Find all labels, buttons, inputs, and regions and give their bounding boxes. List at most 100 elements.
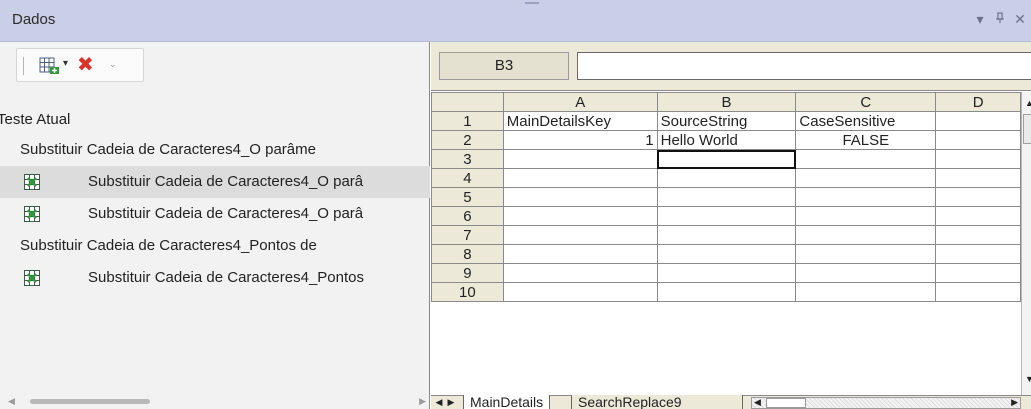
cell-d1[interactable]: [935, 111, 1021, 131]
table-row: 8: [431, 244, 1021, 264]
scroll-left-icon[interactable]: ◀: [754, 397, 761, 408]
row-header[interactable]: 5: [431, 187, 504, 207]
cell[interactable]: [795, 282, 937, 302]
sheet-horizontal-scrollbar[interactable]: ◀ ▶: [751, 397, 1021, 409]
add-table-icon[interactable]: [39, 57, 61, 75]
sheet-vertical-scrollbar[interactable]: ▲ ▼: [1021, 92, 1031, 397]
cell-d3[interactable]: [935, 149, 1021, 169]
cell-b2[interactable]: Hello World: [656, 130, 797, 150]
column-header-c[interactable]: C: [795, 92, 937, 112]
row-header[interactable]: 8: [431, 244, 504, 264]
row-header[interactable]: 10: [431, 282, 504, 302]
tree-item[interactable]: Substituir Cadeia de Caracteres4_O parâ: [0, 198, 430, 230]
panel-controls: ▾ ✕: [973, 11, 1027, 28]
sheet-tab-searchreplace[interactable]: SearchReplace9: [571, 395, 743, 409]
scrollbar-thumb[interactable]: [766, 398, 806, 408]
column-header-a[interactable]: A: [502, 92, 658, 112]
tree-item[interactable]: Substituir Cadeia de Caracteres4_O parâ: [0, 166, 430, 198]
row-header[interactable]: 2: [431, 130, 504, 150]
table-row: 9: [431, 263, 1021, 283]
cell[interactable]: [935, 168, 1021, 188]
row-header[interactable]: 3: [431, 149, 504, 169]
first-sheet-icon[interactable]: ◀: [433, 396, 445, 409]
scrollbar-thumb[interactable]: [1023, 114, 1031, 144]
delete-x-icon[interactable]: ✖: [77, 54, 94, 76]
cell-c1[interactable]: CaseSensitive: [795, 111, 937, 131]
tree-item-label: Substituir Cadeia de Caracteres4_O parâ: [88, 173, 364, 190]
cell[interactable]: [656, 206, 797, 226]
add-dropdown-icon[interactable]: ▾: [63, 58, 68, 69]
table-row: 4: [431, 168, 1021, 188]
scrollbar-track[interactable]: [30, 399, 390, 404]
scroll-left-icon[interactable]: ◀: [8, 396, 15, 407]
cell[interactable]: [935, 187, 1021, 207]
pin-icon[interactable]: [993, 11, 1007, 28]
cell-a3[interactable]: [502, 149, 658, 169]
tree-item[interactable]: Substituir Cadeia de Caracteres4_Pontos: [0, 262, 430, 294]
scroll-right-icon[interactable]: ▶: [419, 396, 426, 407]
cell[interactable]: [656, 244, 797, 264]
cell-a2[interactable]: 1: [502, 130, 658, 150]
row-header[interactable]: 4: [431, 168, 504, 188]
cell[interactable]: [656, 225, 797, 245]
tree-horizontal-scrollbar[interactable]: ◀ ▶: [8, 396, 426, 406]
name-box[interactable]: B3: [439, 52, 569, 80]
last-sheet-icon[interactable]: ▶: [445, 396, 457, 409]
cell[interactable]: [795, 225, 937, 245]
column-header-row: A B C D: [431, 92, 1021, 112]
cell[interactable]: [502, 263, 658, 283]
cell-b1[interactable]: SourceString: [656, 111, 797, 131]
cell[interactable]: [935, 282, 1021, 302]
table-row: 5: [431, 187, 1021, 207]
cell-c3[interactable]: [795, 149, 937, 169]
cell[interactable]: [795, 263, 937, 283]
cell[interactable]: [935, 225, 1021, 245]
sheet-tab-bar: ◀ ▶ MainDetails SearchReplace9 ◀ ▶: [431, 395, 1031, 409]
cell-a1[interactable]: MainDetailsKey: [502, 111, 658, 131]
tree-item[interactable]: Substituir Cadeia de Caracteres4_O parâm…: [0, 134, 430, 166]
scroll-right-icon[interactable]: ▶: [1011, 397, 1018, 408]
panel-header: Dados ▾ ✕: [0, 0, 1031, 42]
scroll-up-icon[interactable]: ▲: [1025, 98, 1031, 108]
close-icon[interactable]: ✕: [1013, 11, 1027, 28]
row-header[interactable]: 9: [431, 263, 504, 283]
cell[interactable]: [795, 168, 937, 188]
row-header[interactable]: 1: [431, 111, 504, 131]
cell[interactable]: [502, 282, 658, 302]
tree-root[interactable]: Teste Atual: [0, 104, 430, 134]
row-header[interactable]: 7: [431, 225, 504, 245]
cell-d2[interactable]: [935, 130, 1021, 150]
cell[interactable]: [656, 187, 797, 207]
cell[interactable]: [795, 187, 937, 207]
cell[interactable]: [935, 263, 1021, 283]
cell[interactable]: [935, 206, 1021, 226]
cell[interactable]: [502, 187, 658, 207]
cell-c2[interactable]: FALSE: [795, 130, 937, 150]
scroll-down-icon[interactable]: ▼: [1025, 374, 1031, 384]
tree-item-label: Substituir Cadeia de Caracteres4_Pontos: [88, 269, 364, 286]
column-header-b[interactable]: B: [656, 92, 797, 112]
select-all-corner[interactable]: [431, 92, 504, 112]
cell[interactable]: [502, 244, 658, 264]
cell[interactable]: [935, 244, 1021, 264]
table-row: 6: [431, 206, 1021, 226]
column-header-d[interactable]: D: [935, 92, 1021, 112]
tree-item-label: Substituir Cadeia de Caracteres4_O parâm…: [20, 141, 316, 158]
tree-item[interactable]: Substituir Cadeia de Caracteres4_Pontos …: [0, 230, 430, 262]
cell[interactable]: [656, 168, 797, 188]
panel-menu-icon[interactable]: ▾: [973, 11, 987, 28]
formula-input[interactable]: [577, 52, 1031, 80]
cell[interactable]: [502, 206, 658, 226]
cell[interactable]: [656, 263, 797, 283]
cell[interactable]: [795, 206, 937, 226]
row-header[interactable]: 6: [431, 206, 504, 226]
active-cell-b3[interactable]: [656, 149, 797, 169]
toolbar-overflow-icon[interactable]: ⌄: [109, 59, 117, 70]
scrollbar-thumb[interactable]: [30, 399, 150, 404]
cell[interactable]: [795, 244, 937, 264]
cell[interactable]: [502, 168, 658, 188]
sheet-tab-maindetails[interactable]: MainDetails: [463, 395, 551, 409]
drag-grip[interactable]: [525, 2, 539, 4]
cell[interactable]: [656, 282, 797, 302]
cell[interactable]: [502, 225, 658, 245]
